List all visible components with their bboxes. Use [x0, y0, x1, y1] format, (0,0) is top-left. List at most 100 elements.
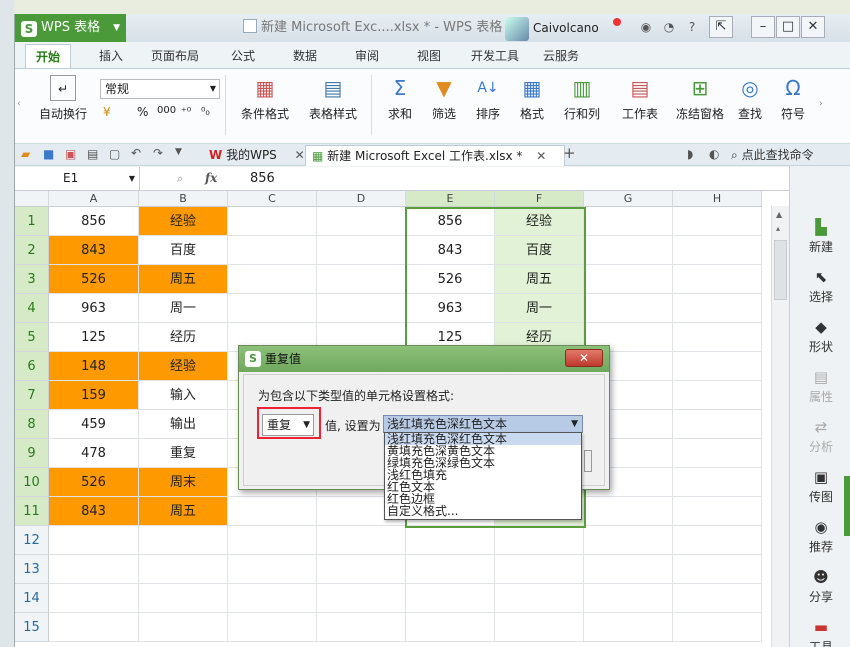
cell-a10[interactable]: 526: [49, 468, 139, 497]
panel-new[interactable]: ▙ 新建: [790, 218, 850, 255]
tab-home[interactable]: 开始: [25, 44, 72, 68]
cell-h7[interactable]: [673, 381, 762, 410]
cell-a7[interactable]: 159: [49, 381, 139, 410]
cell-c4[interactable]: [228, 294, 317, 323]
cell-a13[interactable]: [49, 555, 139, 584]
row-header[interactable]: 14: [15, 584, 49, 613]
cell-b6[interactable]: 经验: [139, 352, 228, 381]
row-header[interactable]: 2: [15, 236, 49, 265]
collapse-icon[interactable]: ◗: [687, 147, 693, 161]
cell-f13[interactable]: [495, 555, 584, 584]
tab-cloud[interactable]: 云服务: [543, 47, 579, 64]
cell-d4[interactable]: [317, 294, 406, 323]
cell-d3[interactable]: [317, 265, 406, 294]
cell-b12[interactable]: [139, 526, 228, 555]
row-header[interactable]: 10: [15, 468, 49, 497]
column-header-c[interactable]: C: [228, 191, 317, 207]
cell-b10[interactable]: 周末: [139, 468, 228, 497]
worksheet-button[interactable]: ▤ 工作表: [617, 75, 663, 122]
row-header[interactable]: 7: [15, 381, 49, 410]
cell-g2[interactable]: [584, 236, 673, 265]
column-header-d[interactable]: D: [317, 191, 406, 207]
format-select[interactable]: 浅红填充色深红色文本 ▼: [383, 415, 583, 433]
scroll-up-icon[interactable]: ▲: [776, 210, 782, 219]
column-header-a[interactable]: A: [49, 191, 139, 207]
filter-button[interactable]: ▼ 筛选: [427, 75, 461, 122]
cell-d1[interactable]: [317, 207, 406, 236]
cell-c2[interactable]: [228, 236, 317, 265]
row-header[interactable]: 13: [15, 555, 49, 584]
cell-g15[interactable]: [584, 613, 673, 642]
row-col-button[interactable]: ▥ 行和列: [561, 75, 603, 122]
maximize-button[interactable]: □: [776, 16, 800, 38]
cell-e13[interactable]: [406, 555, 495, 584]
cell-b2[interactable]: 百度: [139, 236, 228, 265]
panel-upload[interactable]: ▣ 传图: [790, 468, 850, 505]
tab-insert[interactable]: 插入: [99, 47, 123, 64]
help-icon[interactable]: ?: [683, 20, 701, 34]
tab-developer[interactable]: 开发工具: [471, 47, 519, 64]
close-tab-icon[interactable]: ✕: [536, 149, 546, 163]
ribbon-scroll-right-icon[interactable]: ›: [819, 99, 823, 109]
thousands-button[interactable]: 000: [157, 105, 176, 116]
row-header[interactable]: 11: [15, 497, 49, 526]
find-button[interactable]: ◎ 查找: [731, 75, 769, 122]
cell-a6[interactable]: 148: [49, 352, 139, 381]
command-search[interactable]: ⌕ 点此查找命令: [731, 146, 814, 163]
row-header[interactable]: 3: [15, 265, 49, 294]
row-header[interactable]: 5: [15, 323, 49, 352]
cell-b8[interactable]: 输出: [139, 410, 228, 439]
close-tab-icon[interactable]: ✕: [295, 148, 305, 162]
quick-access-dropdown-icon[interactable]: ▼: [175, 147, 182, 157]
cell-a9[interactable]: 478: [49, 439, 139, 468]
user-account[interactable]: Caivolcano: [505, 16, 621, 41]
cell-f4[interactable]: 周一: [495, 294, 584, 323]
scroll-up-icon[interactable]: ▴: [776, 224, 780, 233]
cell-h2[interactable]: [673, 236, 762, 265]
tab-view[interactable]: 视图: [417, 47, 441, 64]
cell-g12[interactable]: [584, 526, 673, 555]
cell-e2[interactable]: 843: [406, 236, 495, 265]
cell-b15[interactable]: [139, 613, 228, 642]
cell-c12[interactable]: [228, 526, 317, 555]
row-header[interactable]: 9: [15, 439, 49, 468]
cell-b14[interactable]: [139, 584, 228, 613]
row-header[interactable]: 6: [15, 352, 49, 381]
cell-g14[interactable]: [584, 584, 673, 613]
conditional-format-button[interactable]: ▦ 条件格式: [233, 75, 297, 122]
cell-a2[interactable]: 843: [49, 236, 139, 265]
cell-e1[interactable]: 856: [406, 207, 495, 236]
dialog-close-button[interactable]: ✕: [565, 349, 603, 367]
close-button[interactable]: ✕: [801, 16, 825, 38]
cell-b4[interactable]: 周一: [139, 294, 228, 323]
cell-f2[interactable]: 百度: [495, 236, 584, 265]
cell-f15[interactable]: [495, 613, 584, 642]
sum-button[interactable]: Σ 求和: [383, 75, 417, 122]
restore-ribbon-button[interactable]: ⇱: [709, 16, 733, 38]
feedback-icon[interactable]: ◔: [660, 20, 678, 34]
print-preview-icon[interactable]: ▢: [109, 147, 120, 161]
cell-c1[interactable]: [228, 207, 317, 236]
cell-g3[interactable]: [584, 265, 673, 294]
cell-a12[interactable]: [49, 526, 139, 555]
cell-b11[interactable]: 周五: [139, 497, 228, 526]
cell-a4[interactable]: 963: [49, 294, 139, 323]
cell-h3[interactable]: [673, 265, 762, 294]
cell-h10[interactable]: [673, 468, 762, 497]
cell-c3[interactable]: [228, 265, 317, 294]
zoom-formula-icon[interactable]: ⌕: [177, 172, 183, 186]
cell-a14[interactable]: [49, 584, 139, 613]
decrease-decimal-icon[interactable]: ⁰₀: [201, 105, 210, 118]
cell-h12[interactable]: [673, 526, 762, 555]
cell-e15[interactable]: [406, 613, 495, 642]
tab-review[interactable]: 审阅: [355, 47, 379, 64]
row-header[interactable]: 4: [15, 294, 49, 323]
panel-tools[interactable]: ▬ 工具: [790, 618, 850, 647]
cell-c11[interactable]: [228, 497, 317, 526]
cell-g4[interactable]: [584, 294, 673, 323]
cell-b3[interactable]: 周五: [139, 265, 228, 294]
increase-decimal-icon[interactable]: ⁺⁰: [181, 105, 191, 118]
dialog-title-bar[interactable]: S 重复值 ✕: [239, 346, 609, 372]
sort-button[interactable]: A↓ 排序: [471, 75, 505, 122]
fx-icon[interactable]: fx: [205, 167, 217, 190]
